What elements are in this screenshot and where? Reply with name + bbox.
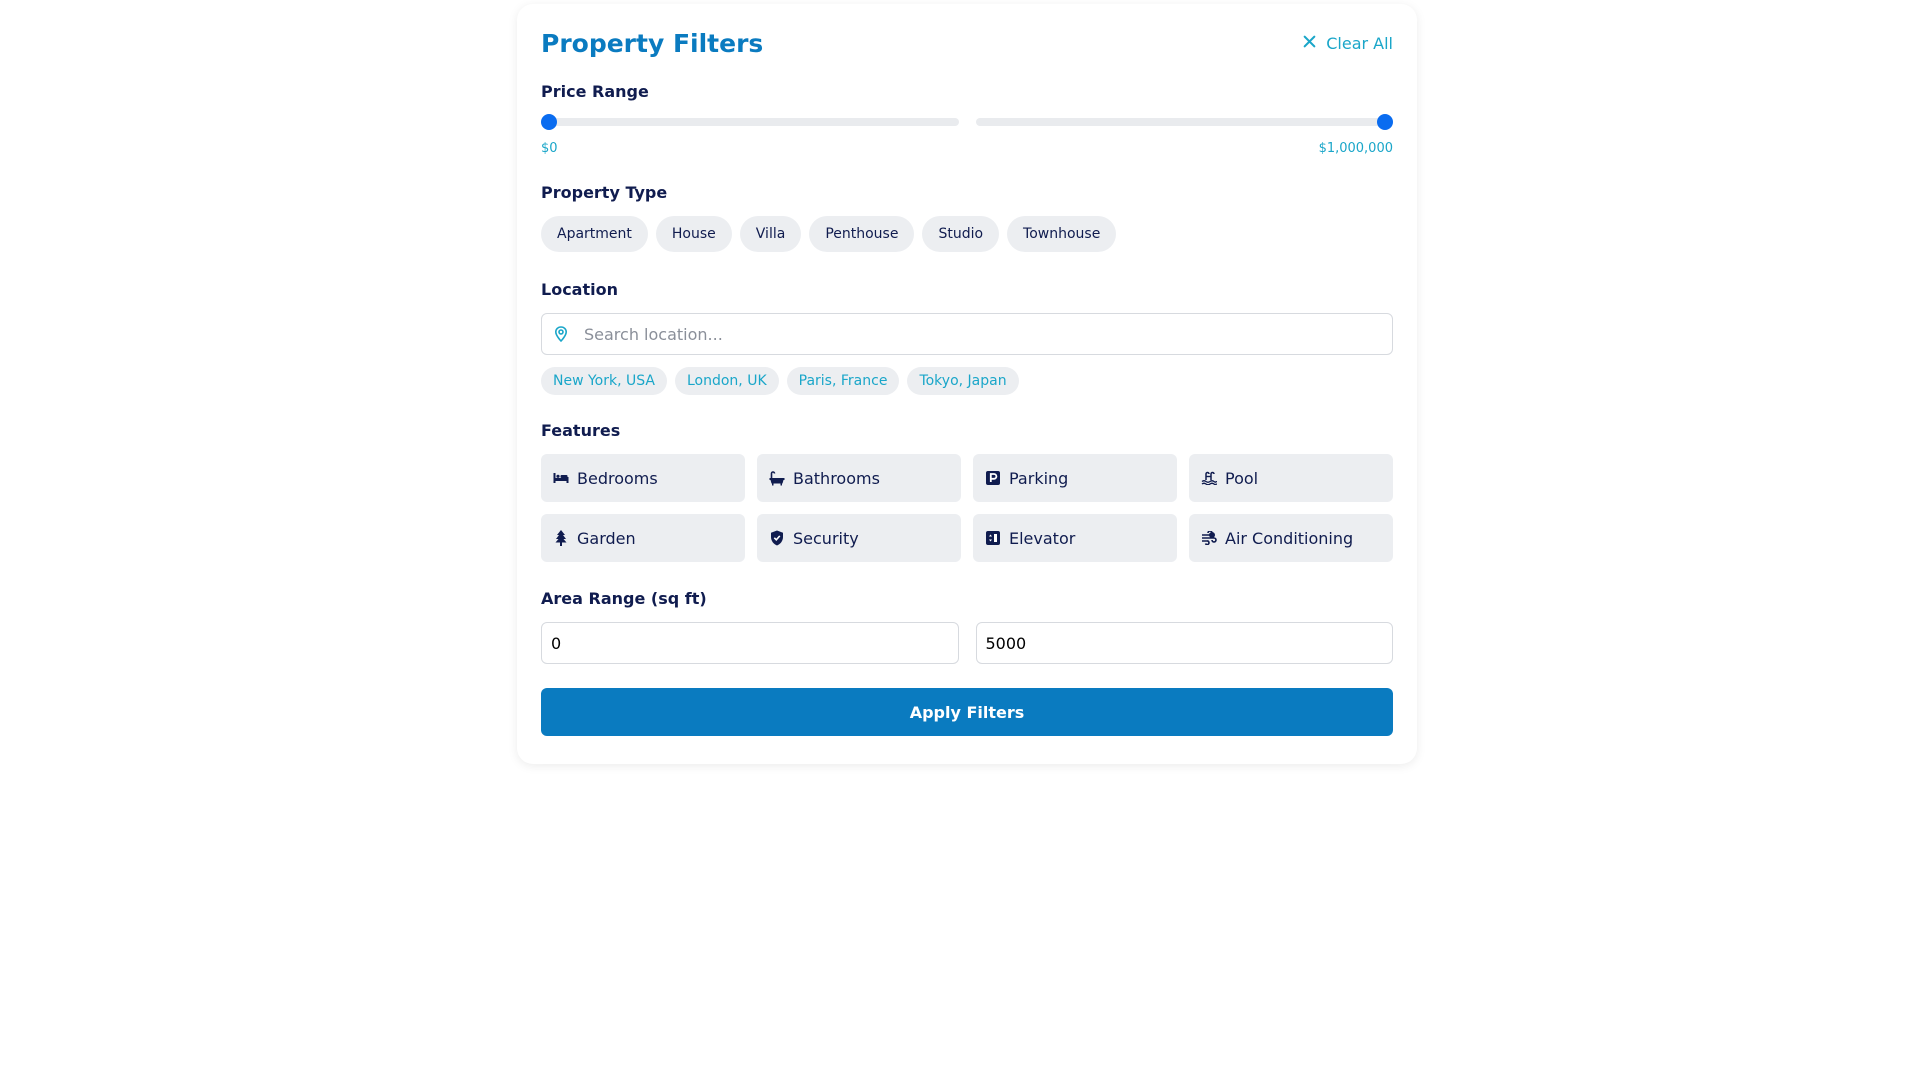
property-type-studio[interactable]: Studio [922, 216, 1000, 252]
parking-icon [985, 470, 1001, 486]
feature-garden[interactable]: Garden [541, 514, 745, 562]
feature-parking[interactable]: Parking [973, 454, 1177, 502]
feature-pool-label: Pool [1225, 468, 1259, 488]
features-label: Features [541, 421, 621, 440]
property-type-house[interactable]: House [655, 216, 732, 252]
feature-security[interactable]: Security [757, 514, 961, 562]
fan-icon [1201, 530, 1217, 546]
property-type-options: Apartment House Villa Penthouse Studio T… [541, 216, 1393, 252]
max-price-thumb[interactable] [1377, 114, 1393, 130]
min-price-thumb[interactable] [541, 114, 557, 130]
property-type-apartment[interactable]: Apartment [541, 216, 648, 252]
bed-icon [553, 470, 569, 486]
max-area-input[interactable] [975, 622, 1393, 664]
feature-air-conditioning-label: Air Conditioning [1225, 528, 1354, 548]
location-suggestion-tokyo[interactable]: Tokyo, Japan [907, 367, 1019, 395]
pool-icon [1201, 470, 1217, 486]
location-label: Location [541, 280, 618, 299]
property-type-label: Property Type [541, 183, 668, 202]
area-range-label: Area Range (sq ft) [541, 589, 707, 608]
max-price-label: $1,000,000 [1318, 141, 1393, 156]
feature-air-conditioning[interactable]: Air Conditioning [1189, 514, 1393, 562]
feature-elevator[interactable]: Elevator [973, 514, 1177, 562]
location-search-input[interactable] [582, 323, 1392, 345]
price-range-sliders [541, 114, 1393, 130]
location-suggestion-london[interactable]: London, UK [674, 367, 779, 395]
apply-filters-button[interactable]: Apply Filters [541, 688, 1393, 736]
location-suggestion-new-york[interactable]: New York, USA [541, 367, 667, 395]
feature-garden-label: Garden [577, 528, 636, 548]
area-range-inputs [541, 622, 1393, 664]
feature-bedrooms[interactable]: Bedrooms [541, 454, 745, 502]
map-pin-icon [554, 326, 568, 342]
feature-elevator-label: Elevator [1009, 528, 1076, 548]
max-price-slider[interactable] [975, 114, 1393, 130]
min-price-label: $0 [541, 141, 558, 156]
feature-bedrooms-label: Bedrooms [577, 468, 658, 488]
page-title: Property Filters [541, 28, 764, 58]
price-range-label: Price Range [541, 82, 649, 101]
close-icon [1303, 34, 1316, 52]
features-grid: Bedrooms Bathrooms Parking Pool Garden S… [541, 454, 1393, 562]
shield-icon [769, 530, 785, 546]
feature-parking-label: Parking [1009, 468, 1069, 488]
clear-all-label: Clear All [1326, 33, 1393, 53]
min-area-input[interactable] [541, 622, 959, 664]
price-range-values: $0 $1,000,000 [541, 141, 1393, 156]
location-search-box[interactable] [541, 313, 1393, 355]
bath-icon [769, 470, 785, 486]
clear-all-button[interactable]: Clear All [1303, 34, 1393, 53]
min-price-slider[interactable] [541, 114, 959, 130]
property-type-villa[interactable]: Villa [739, 216, 802, 252]
property-type-townhouse[interactable]: Townhouse [1007, 216, 1117, 252]
feature-bathrooms-label: Bathrooms [793, 468, 880, 488]
feature-bathrooms[interactable]: Bathrooms [757, 454, 961, 502]
location-suggestion-paris[interactable]: Paris, France [786, 367, 900, 395]
elevator-icon [985, 530, 1001, 546]
tree-icon [553, 530, 569, 546]
property-filters-panel: Property Filters Clear All Price Range $… [517, 4, 1417, 764]
header: Property Filters Clear All [541, 26, 1393, 60]
feature-security-label: Security [793, 528, 859, 548]
location-suggestions: New York, USA London, UK Paris, France T… [541, 367, 1393, 395]
feature-pool[interactable]: Pool [1189, 454, 1393, 502]
property-type-penthouse[interactable]: Penthouse [809, 216, 915, 252]
